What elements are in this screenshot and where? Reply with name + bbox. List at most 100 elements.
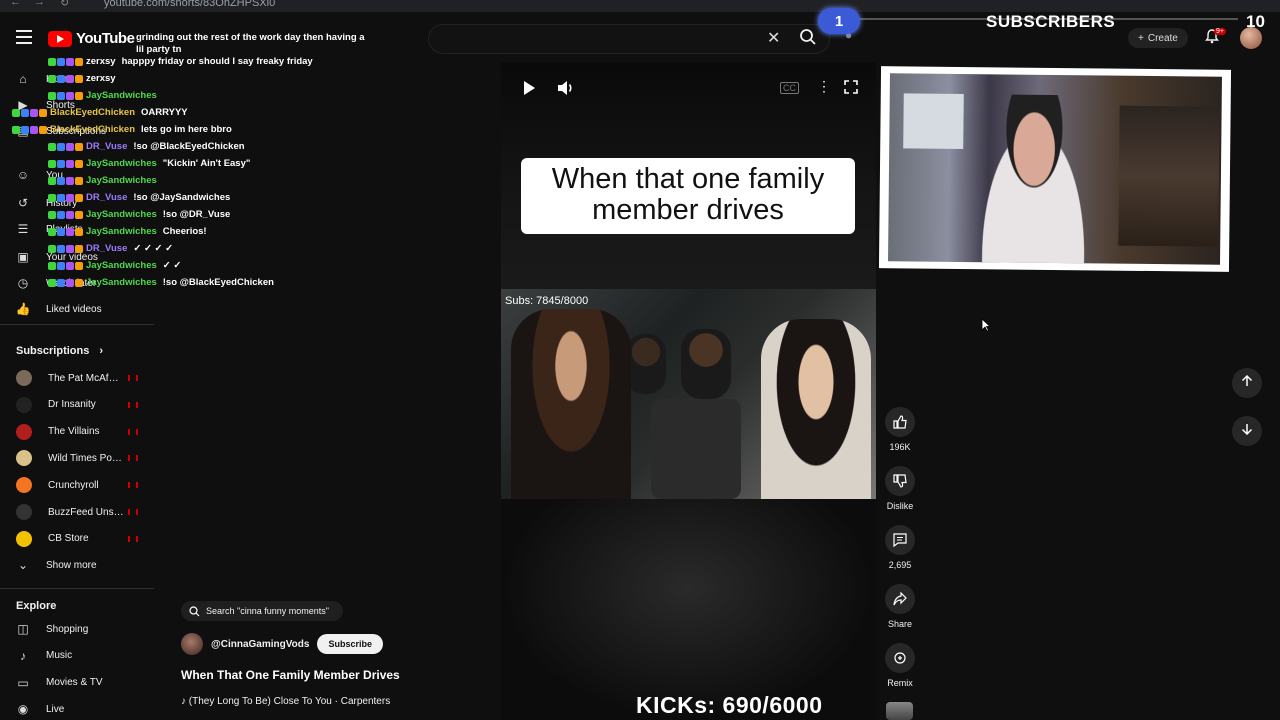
sidebar-subscription[interactable]: Wild Times Podc... bbox=[16, 450, 138, 467]
fullscreen-icon[interactable] bbox=[844, 80, 858, 99]
sidebar-divider bbox=[0, 588, 154, 589]
chat-badge-icon bbox=[57, 57, 65, 66]
video-title[interactable]: When That One Family Member Drives bbox=[181, 668, 400, 682]
chat-badge-icon bbox=[48, 142, 56, 151]
chevron-down-icon: ⌄ bbox=[17, 558, 29, 572]
menu-icon[interactable] bbox=[16, 30, 32, 44]
sidebar-item-music[interactable]: ♪ Music bbox=[16, 649, 72, 663]
channel-avatar bbox=[16, 370, 32, 386]
home-icon: ⌂ bbox=[19, 72, 27, 86]
sidebar-subscription[interactable]: Dr Insanity bbox=[16, 396, 138, 413]
sidebar-divider bbox=[0, 324, 154, 325]
channel-avatar bbox=[16, 450, 32, 467]
sidebar-subscription[interactable]: The Pat McAfee ... bbox=[16, 370, 138, 386]
sidebar-item-liked-videos[interactable]: 👍 Liked videos bbox=[16, 302, 102, 316]
clear-search-icon[interactable]: ✕ bbox=[767, 28, 780, 48]
chat-badge-icon bbox=[75, 74, 83, 83]
chat-badge-icon bbox=[57, 74, 65, 83]
url-text[interactable]: youtube.com/shorts/83OhZHPSXi0 bbox=[104, 0, 275, 9]
play-icon[interactable] bbox=[522, 80, 536, 101]
shorts-video-player[interactable]: CC ⋮ When that one family member drives … bbox=[501, 62, 876, 720]
like-button[interactable]: 196K bbox=[884, 407, 916, 452]
remix-button[interactable]: Remix bbox=[884, 643, 916, 688]
more-options-icon[interactable]: ⋮ bbox=[817, 78, 831, 95]
you-icon: ☺ bbox=[16, 168, 30, 182]
chat-username: DR_Vuse bbox=[86, 141, 128, 152]
chat-message: JaySandwiches bbox=[48, 175, 163, 186]
chat-text: lets go im here bbro bbox=[141, 124, 232, 135]
webcam-window bbox=[903, 93, 964, 150]
sidebar-item-label: Liked videos bbox=[46, 303, 102, 315]
thumbs-up-icon bbox=[885, 407, 915, 437]
chat-badge-icon bbox=[75, 261, 83, 270]
chat-username: JaySandwiches bbox=[86, 90, 157, 101]
related-search-pill[interactable]: Search "cinna funny moments" bbox=[181, 601, 343, 621]
channel-avatar bbox=[16, 530, 32, 547]
chat-text: lil party tn bbox=[136, 44, 182, 55]
channel-avatar[interactable] bbox=[181, 633, 203, 655]
shopping-icon: ◫ bbox=[17, 622, 29, 636]
sidebar-subscription[interactable]: Crunchyroll bbox=[16, 477, 138, 494]
chat-message: JaySandwiches Cheerios! bbox=[48, 226, 207, 237]
next-short-button[interactable] bbox=[1232, 416, 1262, 446]
show-more-button[interactable]: ⌄ Show more bbox=[16, 558, 97, 572]
chat-username: JaySandwiches bbox=[86, 175, 157, 186]
live-indicator-icon bbox=[128, 482, 138, 489]
chat-text: ✓ ✓ ✓ ✓ bbox=[133, 243, 174, 254]
audio-thumbnail[interactable] bbox=[886, 702, 913, 720]
chat-text: Cheerios! bbox=[162, 226, 207, 237]
webcam-feed bbox=[888, 73, 1222, 265]
chat-badge-icon bbox=[57, 193, 65, 202]
reload-icon[interactable]: ↻ bbox=[60, 0, 69, 9]
youtube-play-logo-icon bbox=[48, 30, 72, 47]
chat-badge-icon bbox=[75, 57, 83, 66]
live-indicator-icon bbox=[128, 535, 138, 542]
chat-text: !so @BlackEyedChicken bbox=[133, 141, 245, 152]
subscriptions-header[interactable]: Subscriptions › bbox=[16, 345, 103, 357]
search-icon bbox=[189, 605, 200, 616]
streamer-figure bbox=[967, 94, 1100, 265]
search-icon[interactable] bbox=[799, 28, 817, 51]
channel-avatar bbox=[16, 396, 32, 413]
sidebar-item-shopping[interactable]: ◫ Shopping bbox=[16, 622, 88, 636]
sidebar-subscription[interactable]: CB Store bbox=[16, 530, 138, 547]
sidebar-item-live[interactable]: ◉ Live bbox=[16, 702, 65, 716]
chat-badge-icon bbox=[57, 227, 65, 236]
chat-message: JaySandwiches "Kickin' Ain't Easy" bbox=[48, 158, 250, 169]
captions-icon[interactable]: CC bbox=[780, 82, 799, 94]
explore-title: Explore bbox=[16, 600, 57, 612]
previous-short-button[interactable] bbox=[1232, 368, 1262, 398]
chat-badge-icon bbox=[39, 125, 47, 134]
share-button[interactable]: Share bbox=[884, 584, 916, 629]
channel-avatar bbox=[16, 423, 32, 440]
search-input[interactable]: ✕ bbox=[428, 24, 830, 54]
forward-icon[interactable]: → bbox=[34, 0, 45, 8]
notification-badge: 9+ bbox=[1214, 28, 1226, 35]
liked-videos-icon: 👍 bbox=[15, 302, 31, 316]
channel-name[interactable]: @CinnaGamingVods bbox=[211, 639, 309, 650]
comment-icon bbox=[885, 525, 915, 555]
chat-badges bbox=[48, 210, 83, 219]
sidebar-item-movies-tv[interactable]: ▭ Movies & TV bbox=[16, 676, 102, 690]
plus-icon: + bbox=[1138, 32, 1144, 44]
back-icon[interactable]: ← bbox=[10, 0, 21, 8]
youtube-logo[interactable]: YouTube bbox=[48, 30, 135, 47]
sidebar-subscription[interactable]: BuzzFeed Unsolv... bbox=[16, 504, 138, 520]
video-clip-frame: Subs: 7845/8000 bbox=[501, 289, 876, 499]
video-music[interactable]: ♪ (They Long To Be) Close To You · Carpe… bbox=[181, 696, 390, 707]
chat-message: BlackEyedChicken lets go im here bbro bbox=[12, 124, 232, 135]
subscribe-button[interactable]: Subscribe bbox=[317, 634, 383, 654]
create-button[interactable]: + Create bbox=[1128, 28, 1188, 48]
chat-badge-icon bbox=[48, 244, 56, 253]
browser-url-bar[interactable]: ← → ↻ youtube.com/shorts/83OhZHPSXi0 bbox=[0, 0, 1280, 12]
comments-button[interactable]: 2,695 bbox=[884, 525, 916, 570]
volume-icon[interactable] bbox=[557, 80, 575, 101]
chat-username: BlackEyedChicken bbox=[50, 107, 136, 118]
chat-badges bbox=[48, 159, 83, 168]
chat-badge-icon bbox=[75, 91, 83, 100]
chat-message: zerxsy bbox=[48, 73, 122, 84]
subscription-label: Crunchyroll bbox=[48, 479, 99, 491]
sidebar-subscription[interactable]: The Villains bbox=[16, 423, 138, 440]
dislike-button[interactable]: Dislike bbox=[884, 466, 916, 511]
subscription-label: BuzzFeed Unsolv... bbox=[48, 506, 124, 518]
